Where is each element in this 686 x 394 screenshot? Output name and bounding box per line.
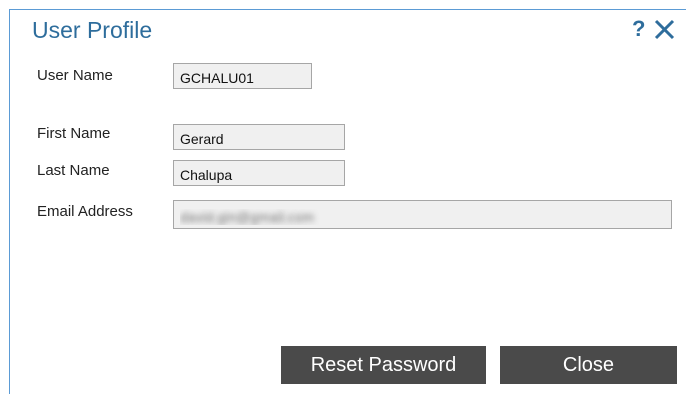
first-name-label: First Name — [37, 125, 111, 142]
user-name-label: User Name — [37, 67, 113, 84]
email-address-label: Email Address — [37, 203, 133, 220]
reset-password-button[interactable]: Reset Password — [281, 346, 486, 384]
user-profile-dialog: User Profile ? User Name First Name Last… — [9, 9, 686, 394]
help-icon[interactable]: ? — [632, 14, 645, 44]
close-x-icon[interactable] — [651, 15, 679, 43]
email-address-field[interactable] — [173, 200, 672, 229]
dialog-title: User Profile — [32, 17, 153, 43]
user-name-field[interactable] — [173, 63, 312, 89]
last-name-field[interactable] — [173, 160, 345, 186]
close-button[interactable]: Close — [500, 346, 677, 384]
first-name-field[interactable] — [173, 124, 345, 150]
last-name-label: Last Name — [37, 162, 110, 179]
